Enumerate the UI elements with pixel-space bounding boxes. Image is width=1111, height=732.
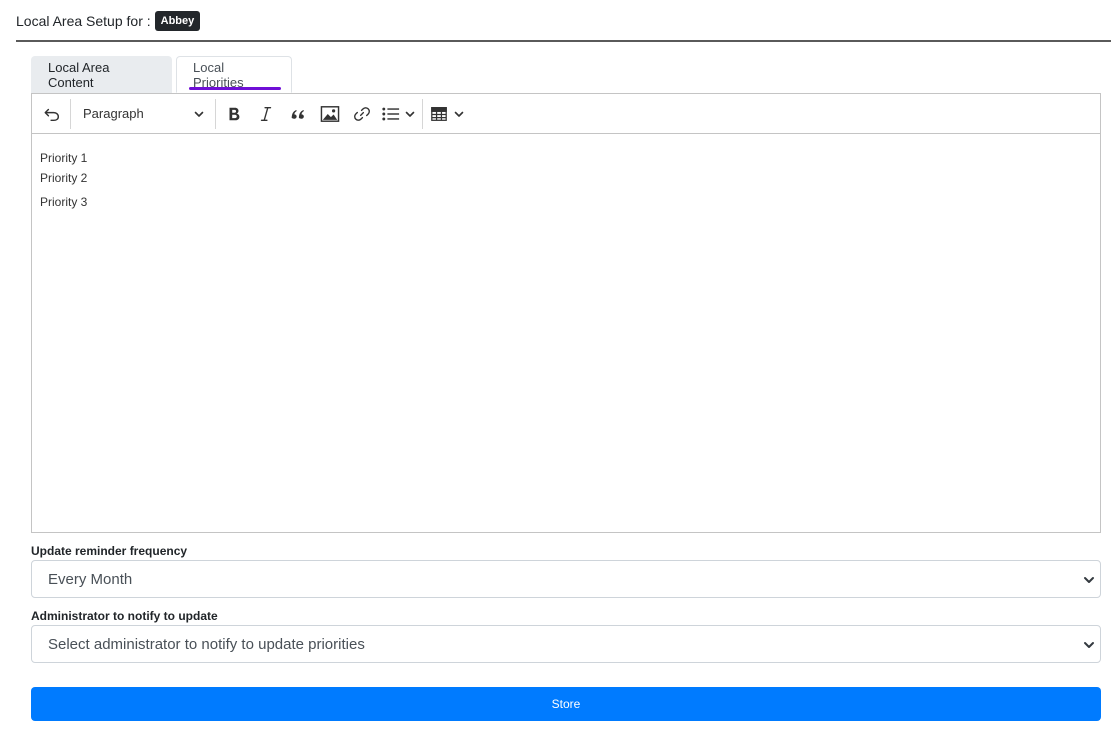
image-icon[interactable] [314, 98, 346, 130]
table-icon[interactable] [425, 98, 453, 130]
italic-icon[interactable] [250, 98, 282, 130]
toolbar-separator [70, 98, 71, 129]
administrator-select[interactable]: Select administrator to notify to update… [31, 625, 1101, 663]
tab-local-priorities[interactable]: Local Priorities [176, 56, 292, 93]
header-divider [16, 40, 1111, 42]
undo-icon[interactable] [36, 98, 68, 130]
chevron-down-icon[interactable] [404, 108, 416, 120]
table-split-button[interactable] [425, 98, 465, 130]
reminder-frequency-value: Every Month [48, 570, 133, 588]
content-line: Priority 1 [40, 151, 88, 165]
page-header: Local Area Setup for : Abbey [16, 10, 201, 32]
toolbar-separator [422, 98, 423, 129]
tab-label: Local Priorities [193, 59, 244, 90]
bulleted-list-split-button[interactable] [378, 98, 420, 130]
tab-local-area-content[interactable]: Local Area Content [31, 56, 172, 93]
area-badge: Abbey [154, 11, 201, 31]
content-line: Priority 3 [40, 195, 88, 209]
tab-label: Local Area Content [48, 60, 110, 90]
heading-dropdown-label: Paragraph [83, 106, 144, 121]
heading-dropdown[interactable]: Paragraph [73, 98, 213, 130]
chevron-down-icon [1084, 642, 1094, 648]
tab-bar: Local Area Content Local Priorities [31, 56, 292, 93]
active-tab-indicator [189, 87, 281, 90]
local-area-setup-page: Local Area Setup for : Abbey Local Area … [0, 0, 1111, 732]
chevron-down-icon [194, 111, 204, 117]
toolbar-separator [215, 98, 216, 129]
editor-content-area[interactable]: Priority 1 Priority 2 Priority 3 [32, 134, 1100, 226]
chevron-down-icon [1084, 577, 1094, 583]
bulleted-list-icon[interactable] [378, 98, 404, 130]
editor-toolbar: Paragraph [32, 94, 1100, 134]
blockquote-icon[interactable] [282, 98, 314, 130]
content-line: Priority 2 [40, 171, 88, 185]
rich-text-editor: Paragraph Priority 1 Priority 2 Priority… [31, 93, 1101, 533]
bold-icon[interactable] [218, 98, 250, 130]
chevron-down-icon[interactable] [453, 108, 465, 120]
administrator-value: Select administrator to notify to update… [48, 635, 365, 653]
page-title: Local Area Setup for : [16, 13, 151, 29]
reminder-frequency-label: Update reminder frequency [31, 544, 188, 558]
administrator-label: Administrator to notify to update [31, 609, 218, 623]
store-button[interactable]: Store [31, 687, 1101, 721]
reminder-frequency-select[interactable]: Every Month [31, 560, 1101, 598]
link-icon[interactable] [346, 98, 378, 130]
